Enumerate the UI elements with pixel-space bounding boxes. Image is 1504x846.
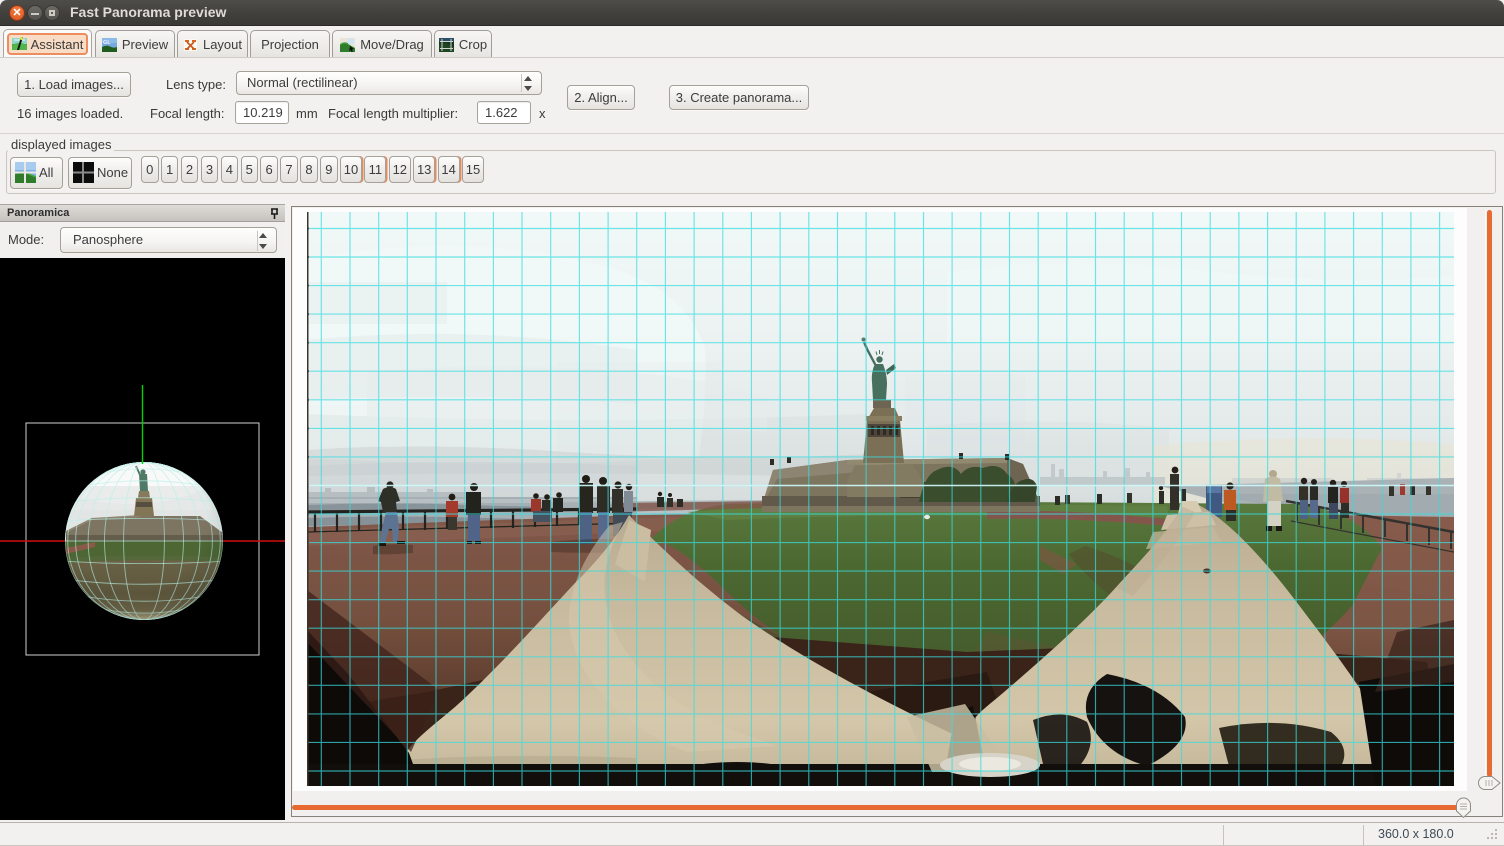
svg-text:GL: GL (103, 40, 111, 46)
